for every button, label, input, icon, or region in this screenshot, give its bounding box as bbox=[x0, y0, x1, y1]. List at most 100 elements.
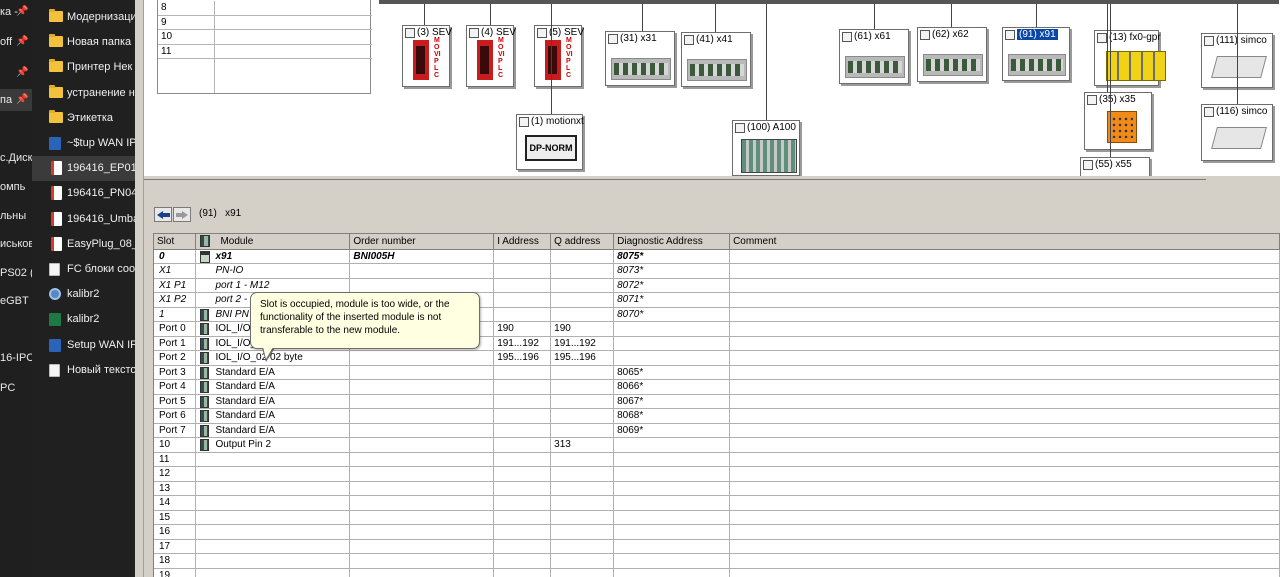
quick-access-item[interactable]: off 📌 bbox=[0, 31, 32, 53]
forward-arrow-icon[interactable] bbox=[173, 207, 191, 222]
network-node[interactable]: (35) x35 bbox=[1084, 92, 1152, 150]
diagnostic-address-cell[interactable] bbox=[613, 568, 731, 577]
slot-cell[interactable]: Port 0 bbox=[154, 321, 197, 337]
table-row[interactable]: 14 bbox=[154, 495, 1280, 511]
module-cell[interactable] bbox=[195, 466, 351, 482]
slot-cell[interactable]: 19 bbox=[154, 568, 197, 577]
module-cell[interactable] bbox=[195, 553, 351, 569]
slot-cell[interactable]: Port 5 bbox=[154, 394, 197, 409]
slot-cell[interactable]: 17 bbox=[154, 539, 197, 554]
file-list-item[interactable]: 196416_Umba bbox=[32, 207, 135, 232]
table-row[interactable]: Port 4 Standard E/A 8066* bbox=[154, 379, 1280, 395]
q-address-cell[interactable] bbox=[550, 553, 615, 569]
back-arrow-icon[interactable] bbox=[154, 207, 172, 222]
module-cell[interactable]: Standard E/A bbox=[195, 408, 351, 424]
network-node[interactable]: (41) x41 bbox=[681, 32, 751, 87]
comment-cell[interactable] bbox=[729, 321, 1280, 337]
column-header-slot[interactable]: Slot bbox=[154, 234, 197, 250]
diagnostic-address-cell[interactable] bbox=[613, 481, 731, 496]
table-row[interactable]: X1 P1 port 1 - M12 8072* bbox=[154, 278, 1280, 293]
network-node[interactable]: (4) SEV MOVIPLC bbox=[466, 25, 516, 87]
i-address-cell[interactable] bbox=[493, 423, 552, 438]
file-list-item[interactable]: kalibr2 bbox=[32, 282, 135, 307]
q-address-cell[interactable] bbox=[550, 423, 615, 438]
comment-cell[interactable] bbox=[729, 466, 1280, 482]
diagnostic-address-cell[interactable]: 8072* bbox=[613, 278, 731, 293]
column-header-module[interactable]: Module bbox=[195, 234, 351, 250]
i-address-cell[interactable] bbox=[493, 539, 552, 554]
file-list-item[interactable]: устранение н bbox=[32, 81, 135, 106]
slot-cell[interactable]: Port 3 bbox=[154, 365, 197, 380]
comment-cell[interactable] bbox=[729, 365, 1280, 380]
diagnostic-address-cell[interactable]: 8067* bbox=[613, 394, 731, 409]
table-row[interactable]: 15 bbox=[154, 510, 1280, 525]
slot-cell[interactable]: 11 bbox=[154, 452, 197, 467]
comment-cell[interactable] bbox=[729, 423, 1280, 438]
network-node[interactable]: (1) motionxt DP-NORM bbox=[516, 114, 584, 170]
comment-cell[interactable] bbox=[729, 524, 1280, 540]
slot-cell[interactable]: Port 4 bbox=[154, 379, 197, 395]
comment-cell[interactable] bbox=[729, 437, 1280, 453]
file-list-item[interactable]: 196416_PN04_ bbox=[32, 181, 135, 206]
quick-access-item[interactable] bbox=[0, 318, 32, 340]
file-list-item[interactable]: FC блоки соо bbox=[32, 257, 135, 282]
rack-slot-row[interactable]: 11 bbox=[158, 44, 372, 59]
order-number-cell[interactable] bbox=[349, 495, 495, 511]
i-address-cell[interactable] bbox=[493, 263, 552, 279]
q-address-cell[interactable] bbox=[550, 394, 615, 409]
i-address-cell[interactable] bbox=[493, 292, 552, 308]
i-address-cell[interactable]: 190 bbox=[493, 321, 552, 337]
comment-cell[interactable] bbox=[729, 553, 1280, 569]
q-address-cell[interactable] bbox=[550, 510, 615, 525]
i-address-cell[interactable]: 195...196 bbox=[493, 350, 552, 366]
diagnostic-address-cell[interactable] bbox=[613, 539, 731, 554]
slot-cell[interactable]: X1 P1 bbox=[154, 278, 197, 293]
q-address-cell[interactable] bbox=[550, 249, 615, 264]
comment-cell[interactable] bbox=[729, 278, 1280, 293]
rack-slot-row[interactable]: 9 bbox=[158, 15, 372, 30]
file-list-item[interactable]: Новый текстов bbox=[32, 358, 135, 383]
slot-cell[interactable]: Port 1 bbox=[154, 336, 197, 351]
comment-cell[interactable] bbox=[729, 292, 1280, 308]
quick-access-item[interactable]: 16-IPC bbox=[0, 347, 32, 369]
quick-access-item[interactable]: иськов bbox=[0, 233, 32, 255]
i-address-cell[interactable] bbox=[493, 568, 552, 577]
order-number-cell[interactable] bbox=[349, 423, 495, 438]
order-number-cell[interactable] bbox=[349, 263, 495, 279]
i-address-cell[interactable] bbox=[493, 466, 552, 482]
column-header-diagnostic-address[interactable]: Diagnostic Address bbox=[613, 234, 731, 250]
order-number-cell[interactable] bbox=[349, 510, 495, 525]
table-row[interactable]: 0 x91 BNI005H 8075* bbox=[154, 249, 1280, 264]
pane-splitter[interactable] bbox=[144, 179, 1206, 180]
file-list-item[interactable]: Новая папка bbox=[32, 30, 135, 55]
i-address-cell[interactable] bbox=[493, 365, 552, 380]
diagnostic-address-cell[interactable]: 8066* bbox=[613, 379, 731, 395]
slot-cell[interactable]: 16 bbox=[154, 524, 197, 540]
module-cell[interactable] bbox=[195, 495, 351, 511]
module-cell[interactable] bbox=[195, 524, 351, 540]
quick-access-item[interactable]: PS02 ( bbox=[0, 262, 32, 284]
network-node[interactable]: (3) SEV MOVIPLC bbox=[402, 25, 452, 87]
comment-cell[interactable] bbox=[729, 539, 1280, 554]
comment-cell[interactable] bbox=[729, 452, 1280, 467]
q-address-cell[interactable] bbox=[550, 452, 615, 467]
column-header-q-address[interactable]: Q address bbox=[550, 234, 615, 250]
rack-slot-row[interactable] bbox=[158, 59, 372, 93]
slot-cell[interactable]: 1 bbox=[154, 307, 197, 322]
q-address-cell[interactable] bbox=[550, 365, 615, 380]
comment-cell[interactable] bbox=[729, 249, 1280, 264]
module-cell[interactable]: PN-IO bbox=[195, 263, 351, 279]
diagnostic-address-cell[interactable] bbox=[613, 321, 731, 337]
q-address-cell[interactable] bbox=[550, 568, 615, 577]
slot-cell[interactable]: X1 bbox=[154, 263, 197, 279]
order-number-cell[interactable] bbox=[349, 466, 495, 482]
comment-cell[interactable] bbox=[729, 307, 1280, 322]
q-address-cell[interactable] bbox=[550, 292, 615, 308]
comment-cell[interactable] bbox=[729, 394, 1280, 409]
rack-slot-row[interactable]: 10 bbox=[158, 30, 372, 45]
slot-cell[interactable]: 0 bbox=[154, 249, 197, 264]
network-node[interactable]: (31) x31 bbox=[605, 31, 675, 86]
q-address-cell[interactable]: 313 bbox=[550, 437, 615, 453]
file-list-item[interactable]: kalibr2 bbox=[32, 307, 135, 332]
table-row[interactable]: Port 2 IOL_I/O_02 02 byte 195...196 195...1… bbox=[154, 350, 1280, 366]
